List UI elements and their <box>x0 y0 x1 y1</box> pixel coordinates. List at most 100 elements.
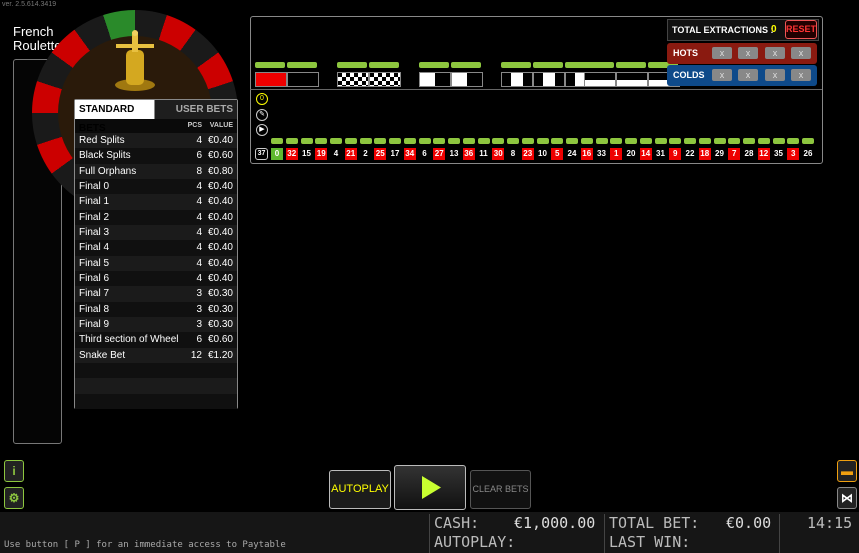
bet-pcs: 4 <box>196 196 202 208</box>
tab-standard-bets[interactable]: STANDARD BETS <box>75 100 154 134</box>
sequence-number[interactable]: 33 <box>596 148 608 160</box>
bet-name: Final 9 <box>79 318 110 330</box>
bet-row[interactable]: Final 9 3 €0.30 <box>75 316 237 333</box>
sequence-count: 37 <box>255 148 268 160</box>
sequence-number[interactable]: 5 <box>551 148 564 160</box>
share-button[interactable]: ⋈ <box>837 487 857 509</box>
bet-row[interactable]: Black Splits 6 €0.60 <box>75 148 237 164</box>
sequence-number[interactable]: 10 <box>537 148 549 160</box>
bet-row[interactable]: Full Orphans 8 €0.80 <box>75 163 237 179</box>
zero-filter-icon[interactable]: 0 <box>256 93 268 105</box>
sequence-number[interactable]: 24 <box>566 148 578 160</box>
bet-value: €0.30 <box>207 318 233 330</box>
sequence-number[interactable]: 0 <box>271 148 283 160</box>
sequence-number[interactable]: 14 <box>639 148 652 160</box>
edit-icon[interactable]: ✎ <box>256 109 268 121</box>
bet-value: €0.40 <box>207 257 233 269</box>
sequence-number[interactable]: 29 <box>714 148 726 160</box>
sequence-indicator <box>639 138 652 144</box>
bet-row[interactable]: Final 6 4 €0.40 <box>75 270 237 287</box>
sequence-number[interactable]: 13 <box>448 148 460 160</box>
sequence-indicator <box>300 138 313 144</box>
play-small-icon[interactable]: ▶ <box>256 124 268 136</box>
tab-user-bets[interactable]: USER BETS <box>153 100 237 119</box>
total-extractions-label: TOTAL EXTRACTIONS : <box>672 25 774 35</box>
sequence-number[interactable]: 32 <box>285 148 298 160</box>
bet-name: Final 4 <box>79 242 110 254</box>
bet-row[interactable]: Final 0 4 €0.40 <box>75 178 237 195</box>
bet-pcs: 6 <box>196 150 202 162</box>
bet-row[interactable]: Red Splits 4 €0.40 <box>75 133 237 149</box>
sequence-number[interactable]: 22 <box>684 148 696 160</box>
autoplay-button[interactable]: AUTOPLAY <box>329 470 391 509</box>
bet-name: Final 0 <box>79 180 110 192</box>
bet-row[interactable]: Final 5 4 €0.40 <box>75 255 237 271</box>
info-button[interactable]: i <box>4 460 24 482</box>
sequence-number[interactable]: 9 <box>669 148 682 160</box>
sequence-indicator <box>344 138 357 144</box>
settings-button[interactable]: ⚙ <box>4 487 24 509</box>
bet-row[interactable]: Final 8 3 €0.30 <box>75 301 237 317</box>
sequence-number[interactable]: 7 <box>728 148 741 160</box>
sequence-number[interactable]: 3 <box>787 148 800 160</box>
share-icon: ⋈ <box>841 491 853 505</box>
bets-column-header: PCS VALUE <box>75 119 237 133</box>
spin-button[interactable] <box>394 465 466 510</box>
sequence-indicator <box>625 138 637 144</box>
cold-slot: x <box>738 69 758 81</box>
sequence-number[interactable]: 25 <box>374 148 387 160</box>
cold-slot: x <box>791 69 811 81</box>
bet-row[interactable]: Final 1 4 €0.40 <box>75 194 237 210</box>
sequence-number[interactable]: 18 <box>698 148 711 160</box>
sequence-number[interactable]: 20 <box>625 148 637 160</box>
sequence-number[interactable]: 21 <box>344 148 357 160</box>
sequence-indicator <box>802 138 814 144</box>
sequence-number[interactable]: 27 <box>433 148 446 160</box>
sequence-number[interactable]: 12 <box>757 148 770 160</box>
sequence-number[interactable]: 8 <box>507 148 519 160</box>
bet-row[interactable]: Final 4 4 €0.40 <box>75 240 237 256</box>
cash-label: CASH: <box>434 514 480 532</box>
bet-row[interactable]: Final 3 4 €0.40 <box>75 224 237 241</box>
sequence-number[interactable]: 2 <box>360 148 372 160</box>
stat-box <box>369 72 401 87</box>
bet-name: Final 1 <box>79 196 110 208</box>
bet-value: €0.30 <box>207 303 233 315</box>
sequence-number[interactable]: 6 <box>419 148 431 160</box>
sequence-number[interactable]: 35 <box>773 148 785 160</box>
sequence-number[interactable]: 15 <box>301 148 313 160</box>
sequence-number[interactable]: 34 <box>403 148 416 160</box>
bet-name: Final 7 <box>79 288 110 300</box>
bet-row[interactable]: Snake Bet 12 €1.20 <box>75 347 237 363</box>
col-pcs-header: PCS <box>187 122 202 129</box>
sequence-indicator <box>374 138 387 144</box>
bet-value: €1.20 <box>207 349 233 361</box>
sequence-number[interactable]: 36 <box>462 148 475 160</box>
sequence-number[interactable]: 30 <box>492 148 505 160</box>
sequence-number[interactable]: 31 <box>655 148 667 160</box>
bet-name: Final 5 <box>79 257 110 269</box>
sequence-number[interactable]: 28 <box>743 148 755 160</box>
sequence-number[interactable]: 4 <box>330 148 342 160</box>
bet-row[interactable]: Final 7 3 €0.30 <box>75 286 237 302</box>
autoplay-status-label: AUTOPLAY: <box>434 533 516 551</box>
sequence-number[interactable]: 17 <box>389 148 401 160</box>
sequence-indicator <box>492 138 505 144</box>
clock: 14:15 <box>807 514 853 532</box>
bet-value: €0.40 <box>207 272 233 284</box>
sequence-indicator <box>595 138 608 144</box>
menu-button[interactable]: ▬ <box>837 460 857 482</box>
sequence-number[interactable]: 16 <box>580 148 593 160</box>
reset-button[interactable]: RESET <box>785 20 817 39</box>
bet-row[interactable]: Third section of Wheel 6 €0.60 <box>75 332 237 348</box>
stat-box <box>616 72 648 87</box>
stat-indicator <box>287 62 317 68</box>
sequence-number[interactable]: 1 <box>610 148 623 160</box>
bet-pcs: 3 <box>196 318 202 330</box>
sequence-number[interactable]: 23 <box>521 148 534 160</box>
sequence-number[interactable]: 26 <box>802 148 814 160</box>
bet-row[interactable]: Final 2 4 €0.40 <box>75 209 237 225</box>
sequence-number[interactable]: 19 <box>315 148 328 160</box>
sequence-number[interactable]: 11 <box>478 148 490 160</box>
clear-bets-button[interactable]: CLEAR BETS <box>470 470 531 509</box>
